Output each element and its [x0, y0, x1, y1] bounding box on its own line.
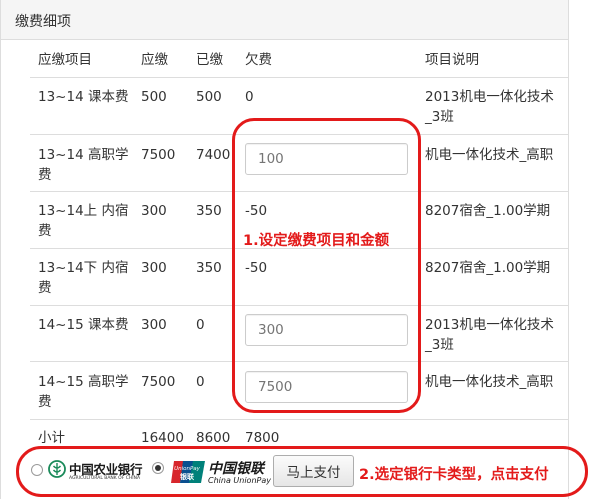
panel-title: 缴费细项 [15, 14, 71, 30]
paid-amount: 500 [196, 89, 222, 105]
panel-header: 缴费细项 [1, 0, 568, 40]
unionpay-radio[interactable] [152, 462, 164, 474]
item-name-cont: 费 [38, 280, 52, 296]
col-header-due: 应缴 [141, 52, 168, 68]
abc-logo-icon [48, 460, 66, 478]
item-desc: 2013机电一体化技术 [425, 317, 554, 333]
paid-amount: 7400 [196, 147, 231, 163]
due-amount: 500 [141, 89, 167, 105]
col-header-desc: 项目说明 [425, 52, 479, 68]
unionpay-logo-text-bottom: 银联 [180, 472, 195, 481]
item-desc: 8207宿舍_1.00学期 [425, 260, 551, 276]
item-name-cont: 费 [38, 394, 52, 410]
pay-now-button[interactable]: 马上支付 [273, 455, 354, 487]
item-desc-cont: _3班 [425, 109, 454, 125]
annotation-highlight-amounts [232, 118, 421, 413]
annotation-step-1: 1.设定缴费项目和金额 [243, 233, 390, 249]
col-header-item: 应缴项目 [38, 52, 92, 68]
item-name: 13~14 课本费 [38, 89, 129, 105]
due-amount: 7500 [141, 374, 176, 390]
paid-amount: 350 [196, 260, 222, 276]
item-name: 13~14下 内宿 [38, 260, 129, 276]
unionpay-logo-icon: UnionPay 银联 [171, 461, 205, 483]
item-name: 14~15 高职学 [38, 374, 129, 390]
due-amount: 300 [141, 317, 167, 333]
item-desc: 机电一体化技术_高职 [425, 147, 554, 163]
unionpay-logo-text-top: UnionPay [174, 466, 201, 472]
subtotal-due: 16400 [141, 430, 184, 446]
abc-bank-radio[interactable] [31, 464, 43, 476]
item-desc-cont: _3班 [425, 337, 454, 353]
item-name: 13~14上 内宿 [38, 203, 129, 219]
paid-amount: 350 [196, 203, 222, 219]
due-amount: 300 [141, 203, 167, 219]
item-name-cont: 费 [38, 223, 52, 239]
paid-amount: 0 [196, 374, 205, 390]
item-desc: 机电一体化技术_高职 [425, 374, 554, 390]
annotation-step-2: 2.选定银行卡类型，点击支付 [359, 467, 549, 483]
subtotal-label: 小计 [38, 430, 65, 446]
unionpay-name-cn: 中国银联 [208, 461, 264, 477]
subtotal-paid: 8600 [196, 430, 231, 446]
unionpay-option[interactable]: UnionPay 银联 中国银联 China UnionPay [170, 456, 271, 488]
item-desc: 8207宿舍_1.00学期 [425, 203, 551, 219]
col-header-owe: 欠费 [245, 52, 272, 68]
divider [30, 419, 569, 420]
paid-amount: 0 [196, 317, 205, 333]
subtotal-owe: 7800 [245, 430, 280, 446]
abc-bank-subname: AGRICULTURAL BANK OF CHINA [69, 476, 141, 481]
item-name-cont: 费 [38, 167, 52, 183]
due-amount: 300 [141, 260, 167, 276]
due-amount: 7500 [141, 147, 176, 163]
unionpay-name-en: China UnionPay [208, 476, 271, 485]
owe-amount: 0 [245, 89, 254, 105]
item-name: 13~14 高职学 [38, 147, 129, 163]
divider [30, 77, 569, 78]
col-header-paid: 已缴 [196, 52, 223, 68]
item-desc: 2013机电一体化技术 [425, 89, 554, 105]
item-name: 14~15 课本费 [38, 317, 129, 333]
